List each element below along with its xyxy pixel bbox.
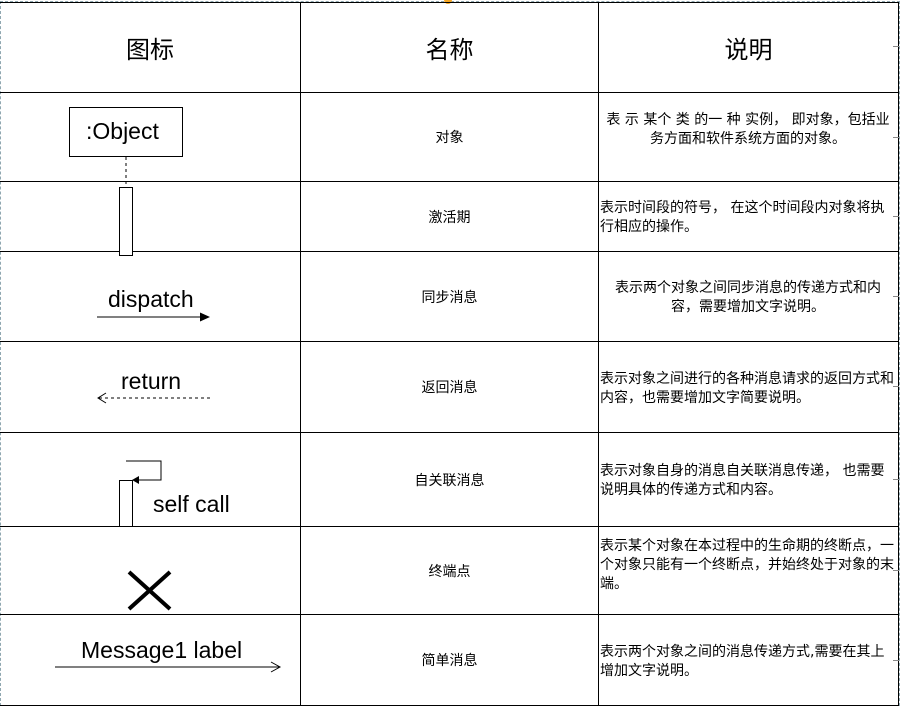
x-terminator-icon (127, 570, 172, 611)
activation-bar-icon (119, 181, 133, 256)
solid-arrow-icon (97, 312, 210, 322)
uml-notation-table: 图标 名称 说明 对象 激活期 同步消息 返回消息 自关联消息 终端点 简单消息… (0, 0, 901, 708)
return-label: return (121, 368, 182, 394)
dispatch-label: dispatch (108, 286, 194, 312)
object-label: :Object (86, 118, 159, 144)
icon-graphics (55, 107, 282, 673)
self-call-label: self call (153, 491, 230, 517)
message-label: Message1 label (81, 637, 243, 663)
